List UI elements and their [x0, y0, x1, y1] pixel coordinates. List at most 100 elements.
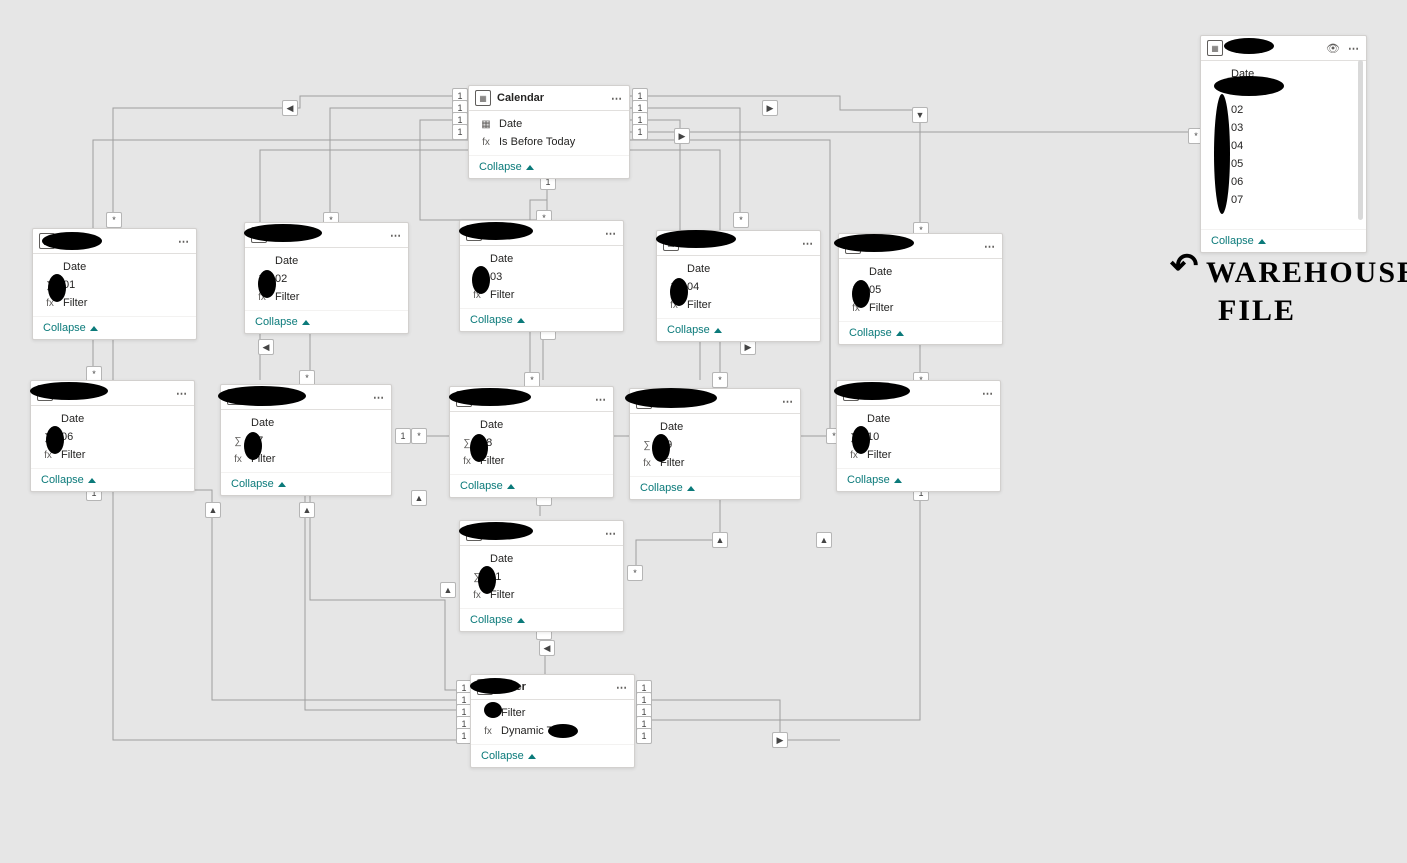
- redaction: [652, 434, 670, 462]
- field-label: Filter: [63, 297, 186, 309]
- more-icon[interactable]: ⋯: [782, 395, 794, 408]
- field-icon: [849, 265, 863, 279]
- more-icon[interactable]: ⋯: [178, 235, 190, 248]
- card-arrow: ▲: [440, 582, 456, 598]
- field-label: 06: [1231, 176, 1356, 188]
- field-row[interactable]: Date: [221, 414, 391, 432]
- more-icon[interactable]: ⋯: [605, 527, 617, 540]
- collapse-button[interactable]: Collapse: [479, 161, 534, 173]
- field-row[interactable]: Date: [460, 250, 623, 268]
- collapse-button[interactable]: Collapse: [231, 478, 286, 490]
- redaction: [834, 234, 914, 252]
- table-calendar[interactable]: ▦ Calendar ⋯ ▦ Datefx Is Before Today Coll…: [468, 85, 630, 179]
- collapse-button[interactable]: Collapse: [255, 316, 310, 328]
- field-icon: [470, 552, 484, 566]
- field-label: Date: [251, 417, 381, 429]
- card-arrow: ◀: [282, 100, 298, 116]
- field-icon: [41, 412, 55, 426]
- more-icon[interactable]: ⋯: [390, 229, 402, 242]
- field-label: 05: [1231, 158, 1356, 170]
- collapse-button[interactable]: Collapse: [640, 482, 695, 494]
- collapse-button[interactable]: Collapse: [470, 614, 525, 626]
- field-label: Filter: [275, 291, 398, 303]
- field-label: Filter: [687, 299, 810, 311]
- redaction: [449, 388, 531, 406]
- eye-icon[interactable]: 👁: [1326, 42, 1340, 55]
- field-row[interactable]: fx Is Before Today: [469, 133, 629, 151]
- field-row[interactable]: Date: [245, 252, 408, 270]
- redaction: [478, 566, 496, 594]
- more-icon[interactable]: ⋯: [982, 387, 994, 400]
- card-star: *: [411, 428, 427, 444]
- field-label: Date: [499, 118, 619, 130]
- field-list: ▦ Datefx Is Before Today: [469, 111, 629, 155]
- field-row[interactable]: Date: [450, 416, 613, 434]
- more-icon[interactable]: ⋯: [1348, 42, 1360, 55]
- field-row[interactable]: Date: [839, 263, 1002, 281]
- card-star: *: [106, 212, 122, 228]
- card-arrow: ▶: [674, 128, 690, 144]
- card-one: 1: [636, 728, 652, 744]
- card-arrow: ▲: [205, 502, 221, 518]
- field-label: Filter: [251, 453, 381, 465]
- collapse-button[interactable]: Collapse: [43, 322, 98, 334]
- field-label: Is Before Today: [499, 136, 619, 148]
- card-arrow: ▲: [712, 532, 728, 548]
- collapse-button[interactable]: Collapse: [667, 324, 722, 336]
- field-label: 04: [687, 281, 810, 293]
- card-arrow: ▶: [762, 100, 778, 116]
- field-label: Date: [275, 255, 398, 267]
- redaction: [852, 426, 870, 454]
- redaction: [470, 678, 520, 694]
- more-icon[interactable]: ⋯: [605, 227, 617, 240]
- more-icon[interactable]: ⋯: [802, 237, 814, 250]
- collapse-button[interactable]: Collapse: [470, 314, 525, 326]
- table-title: Calendar: [497, 92, 611, 104]
- redaction: [852, 280, 870, 308]
- field-icon: fx: [640, 456, 654, 470]
- field-icon: fx: [481, 724, 495, 738]
- field-icon: fx: [479, 135, 493, 149]
- collapse-button[interactable]: Collapse: [481, 750, 536, 762]
- more-icon[interactable]: ⋯: [616, 681, 628, 694]
- collapse-button[interactable]: Collapse: [1211, 235, 1266, 247]
- field-label: 04: [1231, 140, 1356, 152]
- field-icon: [847, 412, 861, 426]
- field-label: Filter: [61, 449, 184, 461]
- redaction: [258, 270, 276, 298]
- field-label: Filter: [490, 289, 613, 301]
- field-label: 05: [869, 284, 992, 296]
- collapse-button[interactable]: Collapse: [847, 474, 902, 486]
- field-label: 09: [660, 439, 790, 451]
- field-icon: ▦: [479, 117, 493, 131]
- annotation-text-1: WAREHOUSE: [1206, 256, 1407, 290]
- field-icon: fx: [231, 452, 245, 466]
- more-icon[interactable]: ⋯: [984, 240, 996, 253]
- redaction: [656, 230, 736, 248]
- card-arrow: ◀: [258, 339, 274, 355]
- more-icon[interactable]: ⋯: [611, 92, 623, 105]
- field-label: Date: [61, 413, 184, 425]
- field-label: 02: [275, 273, 398, 285]
- redaction: [459, 522, 533, 540]
- card-arrow: ▲: [299, 502, 315, 518]
- field-row[interactable]: ▦ Date: [469, 115, 629, 133]
- field-label: Date: [490, 553, 613, 565]
- field-label: Filter: [480, 455, 603, 467]
- more-icon[interactable]: ⋯: [373, 391, 385, 404]
- redaction: [459, 222, 533, 240]
- collapse-button[interactable]: Collapse: [849, 327, 904, 339]
- more-icon[interactable]: ⋯: [176, 387, 188, 400]
- table-icon: ▦: [1207, 40, 1223, 56]
- more-icon[interactable]: ⋯: [595, 393, 607, 406]
- scrollbar[interactable]: [1358, 60, 1363, 220]
- redaction: [48, 274, 66, 302]
- collapse-button[interactable]: Collapse: [460, 480, 515, 492]
- collapse-button[interactable]: Collapse: [41, 474, 96, 486]
- field-label: 08: [480, 437, 603, 449]
- card-star: *: [733, 212, 749, 228]
- field-row[interactable]: Date: [630, 418, 800, 436]
- redaction: [670, 278, 688, 306]
- field-label: 03: [490, 271, 613, 283]
- field-row[interactable]: Date: [657, 260, 820, 278]
